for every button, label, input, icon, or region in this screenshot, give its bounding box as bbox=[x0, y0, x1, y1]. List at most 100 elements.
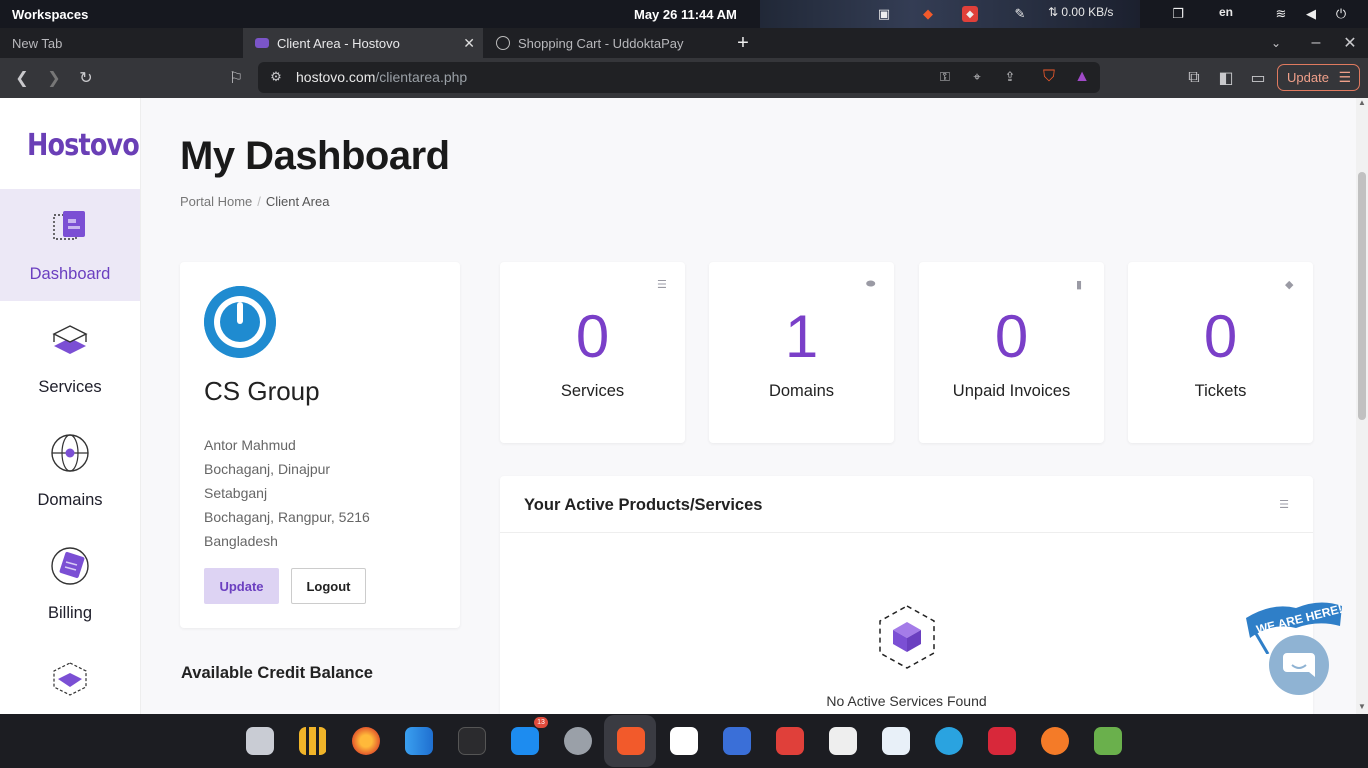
pen-icon[interactable]: ✎ bbox=[1012, 6, 1028, 22]
vscode-icon[interactable] bbox=[882, 727, 910, 755]
location-icon[interactable]: ⌖ bbox=[967, 67, 987, 87]
hostovo-logo[interactable]: Hostovo bbox=[27, 128, 140, 163]
services-icon bbox=[52, 325, 88, 354]
chat-bubble-icon bbox=[1283, 653, 1315, 677]
stat-label: Unpaid Invoices bbox=[952, 382, 1071, 400]
ticket-tag-icon: ◆ bbox=[1285, 279, 1294, 291]
url-path: /clientarea.php bbox=[375, 69, 468, 85]
empty-box-icon bbox=[879, 605, 935, 669]
wallet-icon[interactable]: ▭ bbox=[1248, 68, 1268, 88]
update-label: Update bbox=[1287, 70, 1329, 85]
extensions-icon[interactable]: ⧉ bbox=[1184, 68, 1204, 88]
wifi-icon[interactable]: ≋ bbox=[1273, 6, 1289, 22]
menu-icon: ☰ bbox=[1338, 69, 1351, 85]
stat-label: Tickets bbox=[1194, 382, 1247, 400]
products-heading: Your Active Products/Services bbox=[524, 496, 763, 514]
screen-share-icon[interactable]: ▣ bbox=[876, 6, 892, 22]
active-products-panel: Your Active Products/Services ☰ No Activ… bbox=[500, 476, 1313, 714]
paint-brush-icon[interactable] bbox=[1041, 727, 1069, 755]
tab-label: New Tab bbox=[12, 35, 63, 51]
anydesk-icon[interactable] bbox=[776, 727, 804, 755]
key-icon[interactable]: ⚿ bbox=[935, 67, 955, 87]
sidebar-item-dashboard[interactable]: Dashboard bbox=[0, 189, 140, 301]
sidebar-item-domains[interactable]: Domains bbox=[0, 415, 140, 527]
forward-icon[interactable]: ❯ bbox=[44, 68, 64, 88]
network-speed: ⇅ 0.00 KB/s bbox=[1048, 5, 1114, 19]
app-grid-icon[interactable] bbox=[299, 727, 327, 755]
debian-icon[interactable] bbox=[988, 727, 1016, 755]
brave-tray-icon[interactable]: ◆ bbox=[920, 6, 936, 22]
page-viewport: Hostovo Dashboard Services Domains Billi… bbox=[0, 98, 1356, 714]
new-tab-icon[interactable]: + bbox=[733, 32, 753, 54]
anydesk-tray-icon[interactable]: ◆ bbox=[962, 6, 978, 22]
stat-card-tickets[interactable]: ◆ 0 Tickets bbox=[1128, 262, 1313, 443]
logout-button[interactable]: Logout bbox=[291, 568, 366, 604]
billing-icon bbox=[51, 547, 89, 585]
volume-icon[interactable]: ◀ bbox=[1303, 6, 1319, 22]
page-scrollbar[interactable]: ▲ ▼ bbox=[1356, 98, 1368, 714]
breadcrumb-portal-home[interactable]: Portal Home bbox=[180, 194, 252, 209]
sidebar-item-billing[interactable]: Billing bbox=[0, 528, 140, 640]
workspaces-label[interactable]: Workspaces bbox=[12, 7, 88, 22]
panel-menu-icon[interactable]: ☰ bbox=[1279, 498, 1289, 511]
terminal-icon[interactable] bbox=[458, 727, 486, 755]
tab-search-chevron-icon[interactable]: ⌄ bbox=[1266, 33, 1286, 53]
text-editor-icon[interactable] bbox=[829, 727, 857, 755]
minimize-icon[interactable]: – bbox=[1306, 33, 1326, 53]
scroll-down-icon[interactable]: ▼ bbox=[1358, 702, 1366, 711]
power-icon[interactable]: ⏻ bbox=[1333, 6, 1349, 22]
empty-state-text: No Active Services Found bbox=[826, 693, 987, 709]
proton-vpn-icon[interactable] bbox=[670, 727, 698, 755]
toggles-icon[interactable] bbox=[723, 727, 751, 755]
stat-value: 1 bbox=[784, 303, 819, 370]
settings-icon[interactable] bbox=[564, 727, 592, 755]
stat-card-services[interactable]: ☰ 0 Services bbox=[500, 262, 685, 443]
update-profile-button[interactable]: Update bbox=[204, 568, 279, 604]
tab-new-tab[interactable]: New Tab bbox=[0, 28, 242, 58]
close-tab-icon[interactable]: ✕ bbox=[463, 35, 475, 52]
address-bar[interactable]: ⚙ hostovo.com/clientarea.php ⚿ ⌖ ⇪ ⛉ ▲ bbox=[258, 62, 1100, 93]
scroll-up-icon[interactable]: ▲ bbox=[1358, 98, 1366, 107]
firefox-icon[interactable] bbox=[352, 727, 380, 755]
bookmark-icon[interactable]: ⚐ bbox=[226, 68, 246, 88]
brave-shields-icon[interactable]: ⛉ bbox=[1039, 67, 1059, 87]
notification-badge: 13 bbox=[534, 717, 548, 728]
brave-rewards-icon[interactable]: ▲ bbox=[1072, 67, 1092, 87]
browser-update-button[interactable]: Update ☰ bbox=[1277, 64, 1360, 91]
clipboard-icon[interactable]: ❐ bbox=[1170, 6, 1186, 22]
stat-label: Domains bbox=[768, 382, 835, 400]
clock[interactable]: May 26 11:44 AM bbox=[634, 7, 737, 22]
stat-card-unpaid-invoices[interactable]: ▮ 0 Unpaid Invoices bbox=[919, 262, 1104, 443]
android-studio-icon[interactable] bbox=[1094, 727, 1122, 755]
brave-icon[interactable] bbox=[617, 727, 645, 755]
reload-icon[interactable]: ↻ bbox=[76, 68, 96, 88]
scrollbar-thumb[interactable] bbox=[1358, 172, 1366, 420]
sidebar-item-support[interactable] bbox=[0, 641, 140, 714]
chat-launcher-button[interactable] bbox=[1269, 635, 1329, 695]
finder-icon[interactable] bbox=[405, 727, 433, 755]
tab-label: Client Area - Hostovo bbox=[277, 35, 400, 51]
tab-shopping-cart[interactable]: Shopping Cart - UddoktaPay bbox=[484, 28, 720, 58]
sidebar-item-services[interactable]: Services bbox=[0, 302, 140, 414]
address-line: Bochaganj, Dinajpur bbox=[204, 461, 331, 477]
dashboard-icon bbox=[53, 211, 85, 240]
client-sidebar: Hostovo Dashboard Services Domains Billi… bbox=[0, 98, 141, 714]
address-line: Setabganj bbox=[204, 485, 268, 501]
sidebar-toggle-icon[interactable]: ◧ bbox=[1216, 68, 1236, 88]
close-window-icon[interactable]: ✕ bbox=[1340, 33, 1360, 53]
breadcrumb-client-area: Client Area bbox=[265, 194, 330, 209]
globe-icon bbox=[51, 434, 89, 472]
company-name: CS Group bbox=[204, 376, 320, 406]
telegram-icon[interactable] bbox=[935, 727, 963, 755]
site-settings-icon[interactable]: ⚙ bbox=[266, 67, 286, 87]
launcher-rocket-icon[interactable] bbox=[246, 727, 274, 755]
page-title: My Dashboard bbox=[180, 134, 450, 178]
app-store-icon[interactable] bbox=[511, 727, 539, 755]
share-icon[interactable]: ⇪ bbox=[1000, 67, 1020, 87]
language-indicator[interactable]: en bbox=[1219, 5, 1233, 19]
tab-client-area[interactable]: Client Area - Hostovo ✕ bbox=[243, 28, 483, 58]
tag-icon: ⬬ bbox=[866, 278, 876, 290]
back-icon[interactable]: ❮ bbox=[12, 68, 32, 88]
stat-value: 0 bbox=[994, 303, 1029, 370]
stat-card-domains[interactable]: ⬬ 1 Domains bbox=[709, 262, 894, 443]
